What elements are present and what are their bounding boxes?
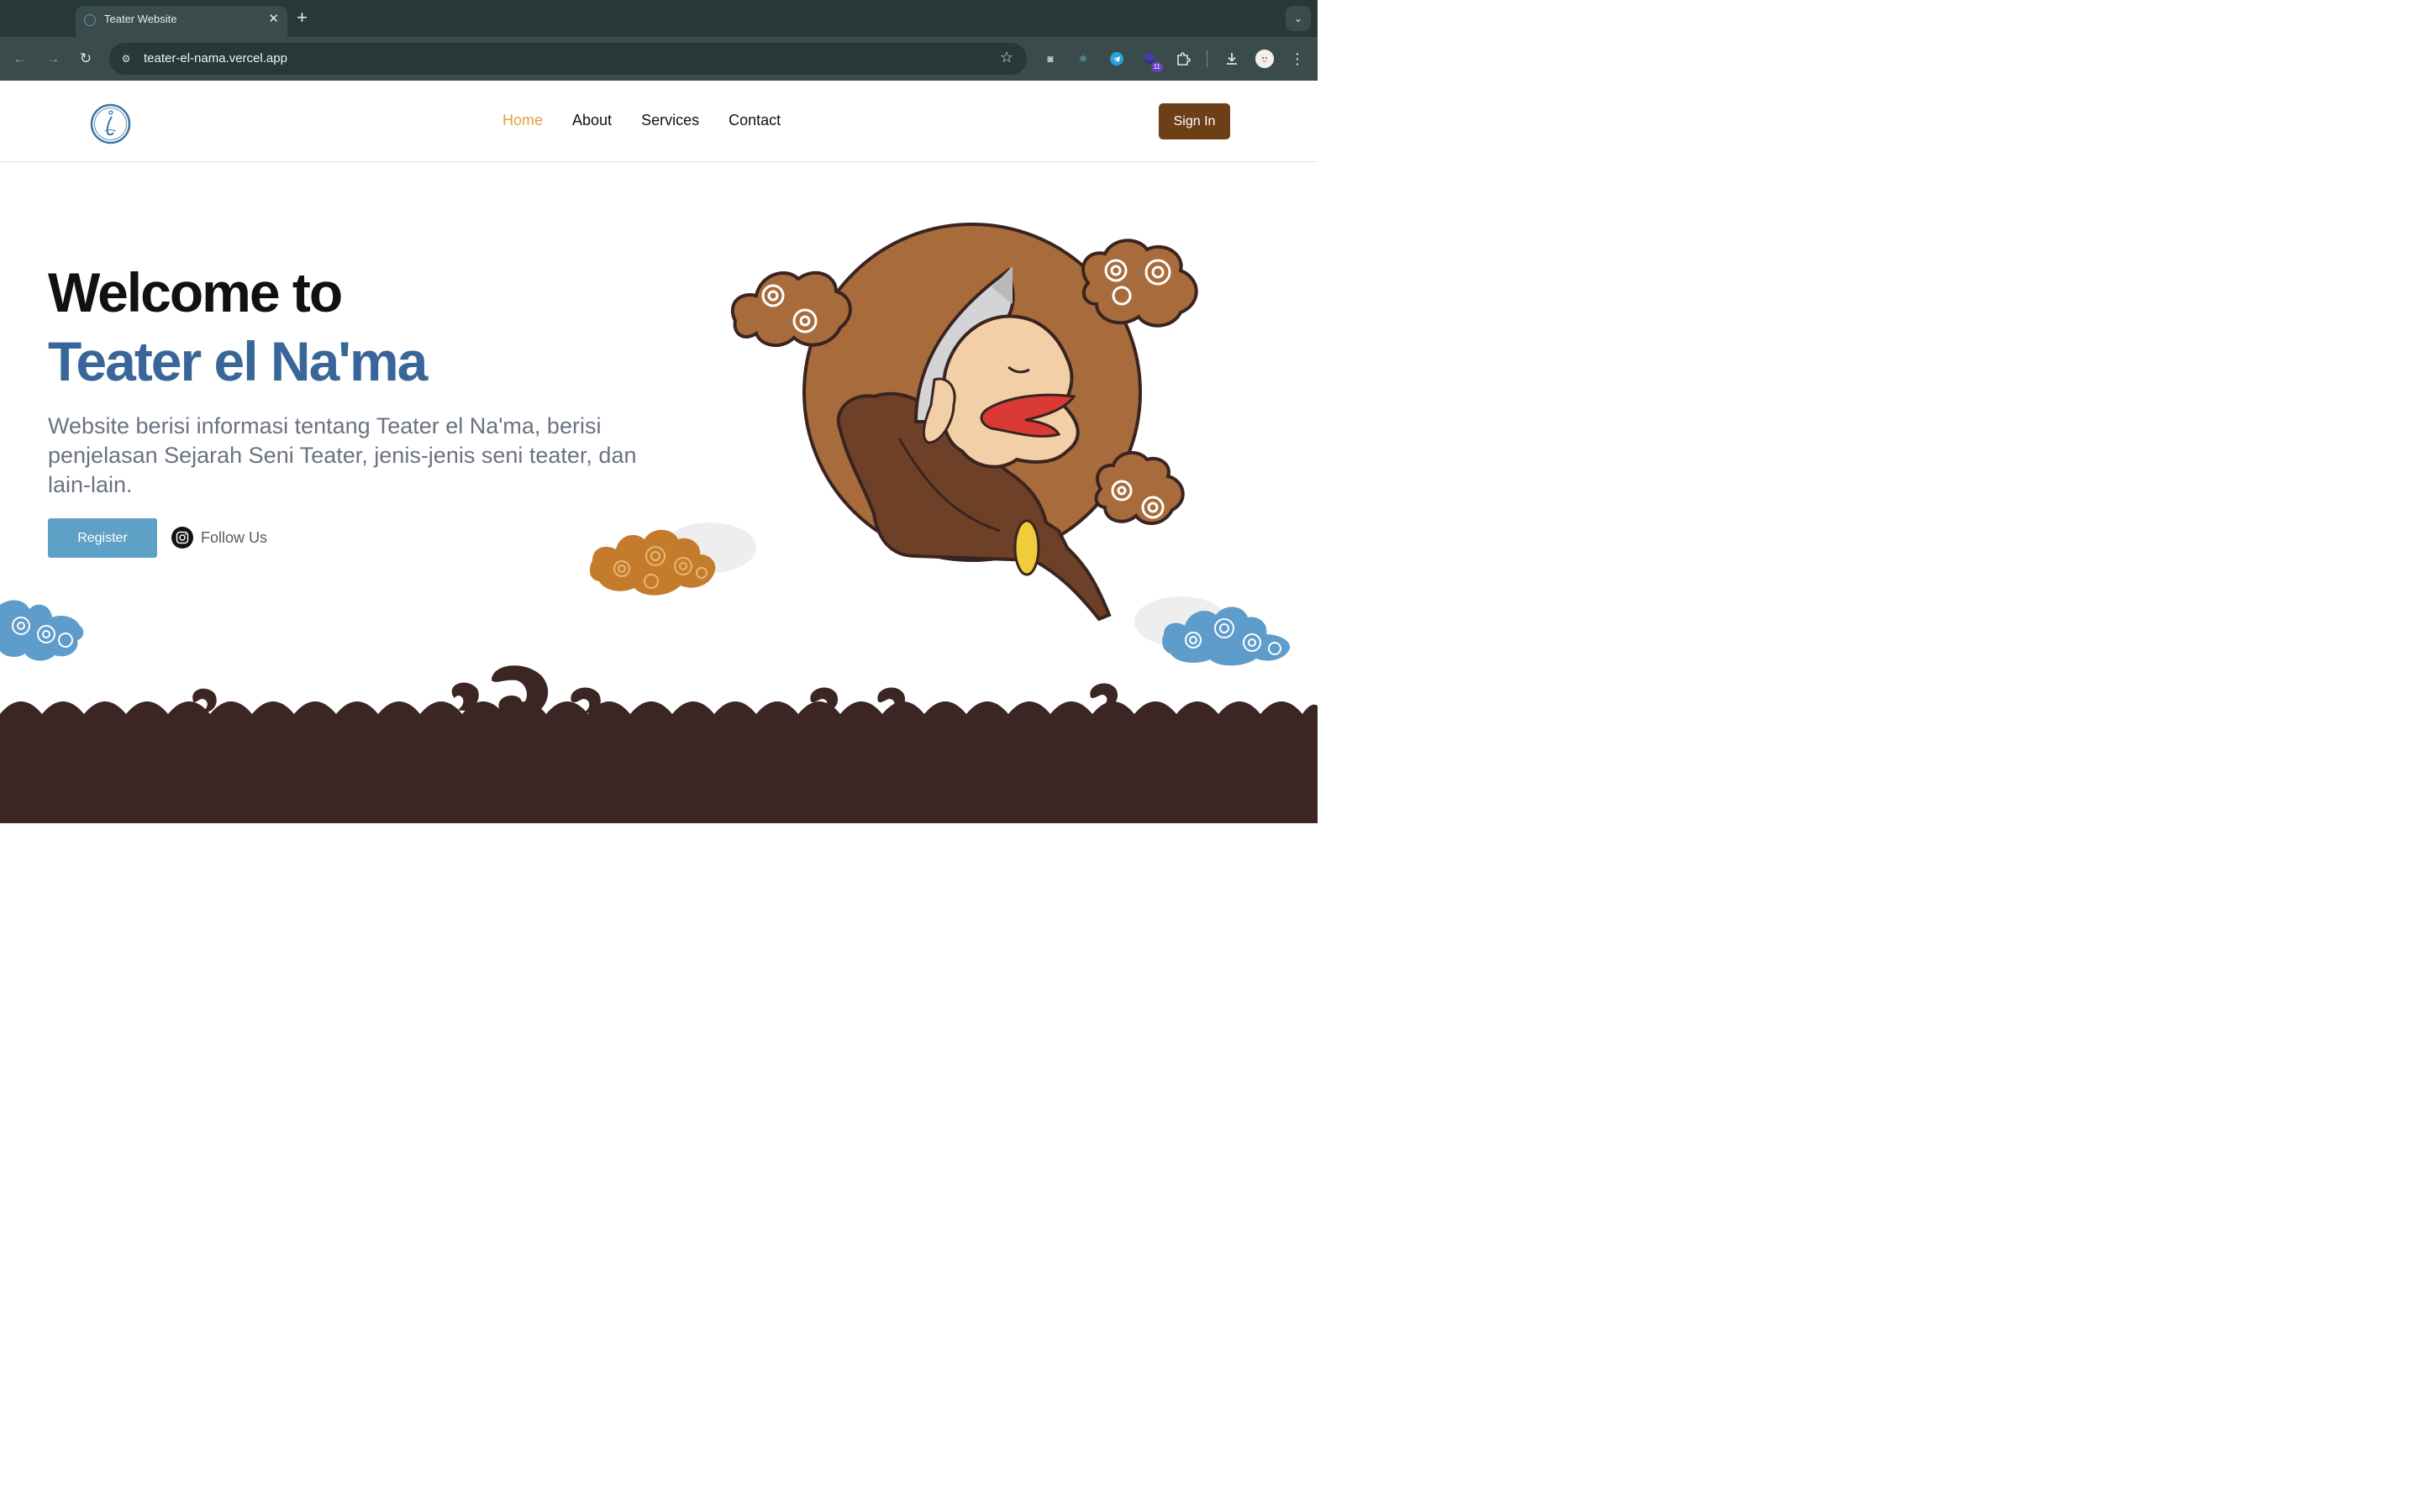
wayang-character-illustration (730, 223, 1198, 622)
forward-arrow-icon[interactable]: → (42, 48, 64, 70)
nav-contact[interactable]: Contact (729, 112, 781, 129)
sign-in-button[interactable]: Sign In (1159, 103, 1230, 139)
instagram-icon (171, 527, 193, 549)
url-text[interactable]: teater-el-nama.vercel.app (144, 51, 287, 66)
tab-search-chevron-icon[interactable]: ⌄ (1286, 6, 1311, 31)
browser-tab[interactable]: Teater Website ✕ (76, 6, 287, 37)
hero-title-line2: Teater el Na'ma (48, 330, 428, 392)
browser-toolbar: ← → ↻ ⚙ teater-el-nama.vercel.app ☆ ◙ ⚛ … (0, 37, 1318, 81)
tab-title: Teater Website (104, 13, 177, 25)
main-nav: Home About Services Contact (502, 112, 781, 129)
new-tab-icon[interactable]: + (297, 7, 308, 29)
extensions-puzzle-icon[interactable] (1174, 50, 1192, 68)
profile-avatar-icon[interactable] (1255, 50, 1274, 68)
telegram-extension-icon[interactable] (1107, 50, 1126, 68)
site-info-icon[interactable]: ⚙ (118, 50, 134, 67)
hero-description: Website berisi informasi tentang Teater … (48, 413, 637, 497)
download-icon[interactable] (1223, 50, 1241, 68)
bookmark-star-icon[interactable]: ☆ (1000, 49, 1013, 66)
nav-home[interactable]: Home (502, 112, 543, 129)
site-header: Home About Services Contact Sign In (0, 81, 1318, 162)
nav-about[interactable]: About (572, 112, 612, 129)
tab-favicon-icon (84, 14, 96, 26)
register-button[interactable]: Register (48, 518, 157, 558)
screenshot-extension-icon[interactable]: ◙ (1041, 50, 1060, 68)
follow-us-link[interactable]: Follow Us (171, 527, 267, 549)
back-arrow-icon[interactable]: ← (9, 48, 31, 70)
hero-title-line1: Welcome to (48, 261, 343, 323)
browser-tab-bar: Teater Website ✕ + ⌄ (0, 0, 1318, 37)
extension-badge: 11 (1150, 62, 1163, 72)
address-bar[interactable]: ⚙ teater-el-nama.vercel.app ☆ (109, 43, 1027, 75)
follow-us-label: Follow Us (201, 528, 268, 546)
close-tab-icon[interactable]: ✕ (268, 11, 279, 26)
extension-with-badge-icon[interactable]: 11 (1140, 50, 1163, 72)
browser-menu-icon[interactable]: ⋮ (1289, 47, 1306, 71)
reload-icon[interactable]: ↻ (75, 48, 97, 70)
react-devtools-icon[interactable]: ⚛ (1074, 50, 1092, 68)
teater-logo-icon[interactable] (90, 103, 131, 144)
decorative-wave-footer (0, 665, 1318, 823)
nav-services[interactable]: Services (641, 112, 699, 129)
